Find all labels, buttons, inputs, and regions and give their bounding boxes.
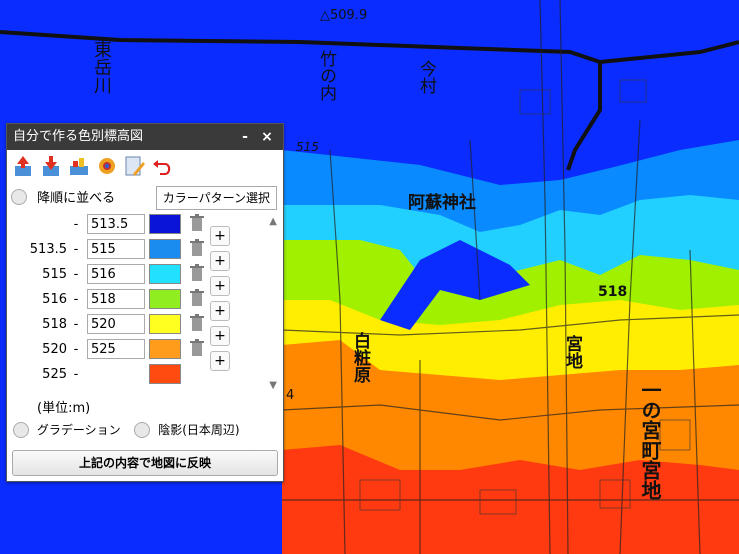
height-point-509: △509.9 <box>320 8 368 23</box>
range-row-2: 515 - + <box>7 264 267 296</box>
range-dash: - <box>73 367 79 382</box>
color-swatch[interactable] <box>149 314 181 334</box>
scroll-down-arrow[interactable]: ▼ <box>269 380 277 391</box>
settings-icon[interactable] <box>95 154 119 178</box>
place-shirahara: 白粧原 <box>350 332 370 383</box>
sort-row: 降順に並べる カラーパターン選択 <box>11 186 279 210</box>
unit-label: (単位:m) <box>37 401 91 416</box>
panel-titlebar[interactable]: 自分で作る色別標高図 - × <box>7 124 283 150</box>
range-to-input[interactable] <box>87 264 145 284</box>
range-row-4: 518 - + <box>7 314 267 346</box>
gradation-label: グラデーション <box>36 423 121 437</box>
options-row: グラデーション 陰影(日本周辺) <box>13 421 250 438</box>
gradation-radio[interactable] <box>13 421 29 438</box>
scroll-up-arrow[interactable]: ▲ <box>269 216 277 227</box>
range-row-6: 525 - <box>7 364 267 388</box>
trash-icon[interactable] <box>190 289 204 307</box>
sort-descending-radio[interactable] <box>11 188 27 205</box>
range-row-1: 513.5 - + <box>7 239 267 271</box>
panel-toolbar <box>7 150 283 184</box>
color-pattern-button[interactable]: カラーパターン選択 <box>155 186 277 210</box>
range-from: 520 <box>42 342 67 357</box>
range-from: 516 <box>42 292 67 307</box>
range-to-input[interactable] <box>87 239 145 259</box>
height-point-518: 518 <box>598 284 628 300</box>
range-dash: - <box>73 292 79 307</box>
shrine-name: 阿蘇神社 <box>408 193 476 213</box>
color-swatch[interactable] <box>149 214 181 234</box>
layers-icon[interactable] <box>67 154 91 178</box>
close-button[interactable]: × <box>257 124 277 150</box>
range-to-input[interactable] <box>87 314 145 334</box>
color-swatch[interactable] <box>149 364 181 384</box>
range-dash: - <box>73 342 79 357</box>
trash-icon[interactable] <box>190 214 204 232</box>
color-swatch[interactable] <box>149 339 181 359</box>
sort-descending-label: 降順に並べる <box>37 191 116 206</box>
range-dash: - <box>73 242 79 257</box>
trash-icon[interactable] <box>190 314 204 332</box>
contour-label-515: 515 <box>296 140 319 154</box>
trash-icon[interactable] <box>190 239 204 257</box>
gradation-option[interactable]: グラデーション <box>13 421 121 438</box>
color-elevation-panel: 自分で作る色別標高図 - × 降順に並べる カラーパターン選択 ▲ ▼ - 51… <box>6 123 284 482</box>
range-from: 518 <box>42 317 67 332</box>
color-swatch[interactable] <box>149 289 181 309</box>
panel-title: 自分で作る色別標高図 <box>13 129 144 144</box>
trash-icon[interactable] <box>190 339 204 357</box>
range-dash: - <box>73 217 79 232</box>
range-from: 515 <box>42 267 67 282</box>
range-row-5: 520 - + <box>7 339 267 371</box>
range-dash: - <box>73 317 79 332</box>
undo-icon[interactable] <box>151 154 175 178</box>
range-to-input[interactable] <box>87 289 145 309</box>
color-swatch[interactable] <box>149 239 181 259</box>
shade-label: 陰影(日本周辺) <box>158 423 240 437</box>
range-row-0: - + <box>7 214 267 246</box>
upload-icon[interactable] <box>11 154 35 178</box>
range-row-3: 516 - + <box>7 289 267 321</box>
download-icon[interactable] <box>39 154 63 178</box>
shade-option[interactable]: 陰影(日本周辺) <box>134 421 240 438</box>
map-label-4: 4 <box>286 388 295 403</box>
minimize-button[interactable]: - <box>235 124 255 150</box>
place-ichinomiya: 一の宮町宮地 <box>638 380 662 500</box>
color-swatch[interactable] <box>149 264 181 284</box>
place-higashitake: 東岳川 <box>91 40 112 94</box>
place-miyaji: 宮地 <box>562 335 582 369</box>
range-from: 513.5 <box>29 242 67 257</box>
range-from: 525 <box>42 367 67 382</box>
place-imamura: 今村 <box>416 60 436 94</box>
apply-to-map-button[interactable]: 上記の内容で地図に反映 <box>12 450 278 476</box>
place-takenouchi: 竹の内 <box>316 50 336 101</box>
range-to-input[interactable] <box>87 214 145 234</box>
range-to-input[interactable] <box>87 339 145 359</box>
trash-icon[interactable] <box>190 264 204 282</box>
edit-icon[interactable] <box>123 154 147 178</box>
shade-radio[interactable] <box>134 421 151 438</box>
range-dash: - <box>73 267 79 282</box>
